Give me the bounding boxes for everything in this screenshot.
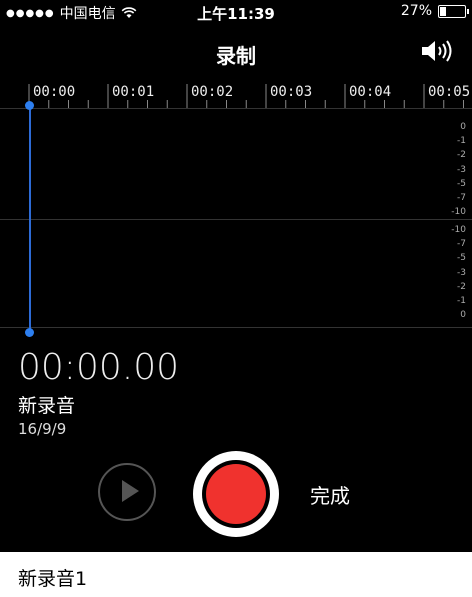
recording-date: 16/9/9 bbox=[18, 420, 67, 438]
record-ring bbox=[202, 460, 270, 528]
status-bar: ●●●●● 中国电信 上午11:39 27% bbox=[0, 0, 472, 24]
db-scale-top: 0 -1 -2 -3 -5 -7 -10 bbox=[451, 120, 466, 219]
done-button[interactable]: 完成 bbox=[310, 480, 350, 509]
db-scale-bottom: -10 -7 -5 -3 -2 -1 0 bbox=[451, 223, 466, 322]
db-label: -1 bbox=[457, 136, 466, 147]
db-label: -1 bbox=[457, 296, 466, 307]
db-label: -5 bbox=[457, 178, 466, 189]
db-label: -7 bbox=[457, 193, 466, 204]
db-label: -10 bbox=[451, 207, 466, 218]
db-label: 0 bbox=[460, 122, 466, 132]
tick-label: 00:00 bbox=[33, 84, 76, 100]
battery-icon bbox=[438, 4, 469, 18]
db-label: -3 bbox=[457, 164, 466, 175]
page-title: 录制 bbox=[216, 44, 256, 68]
battery-fill bbox=[440, 6, 446, 16]
db-label: -5 bbox=[457, 253, 466, 264]
recordings-list: 新录音1 bbox=[0, 552, 472, 597]
tick-label: 00:05 bbox=[428, 84, 471, 100]
speaker-icon[interactable] bbox=[420, 38, 454, 64]
db-label: -3 bbox=[457, 267, 466, 278]
tick-label: 00:03 bbox=[270, 84, 313, 100]
playhead-bottom-handle[interactable] bbox=[25, 328, 34, 337]
playhead[interactable] bbox=[29, 104, 31, 332]
record-button[interactable] bbox=[193, 451, 279, 537]
db-label: -2 bbox=[457, 150, 466, 161]
tick-label: 00:01 bbox=[112, 84, 155, 100]
battery-percent: 27% bbox=[400, 3, 432, 19]
status-right: 27% bbox=[400, 3, 469, 19]
playhead-top-handle[interactable] bbox=[25, 101, 34, 110]
play-button[interactable] bbox=[98, 463, 156, 521]
tick-label: 00:02 bbox=[191, 84, 234, 100]
list-item-title[interactable]: 新录音1 bbox=[18, 564, 87, 591]
play-icon bbox=[122, 480, 139, 502]
waveform-top-line bbox=[0, 108, 472, 109]
tick-label: 00:04 bbox=[349, 84, 392, 100]
waveform-area[interactable]: 0 -1 -2 -3 -5 -7 -10 -10 -7 -5 -3 -2 -1 … bbox=[0, 108, 472, 328]
db-label: -10 bbox=[451, 225, 466, 235]
waveform-center-line bbox=[0, 219, 472, 220]
db-label: -2 bbox=[457, 281, 466, 292]
record-icon bbox=[206, 464, 266, 524]
waveform-bottom-line bbox=[0, 327, 472, 328]
timeline-ruler[interactable]: 00:00 00:01 00:02 00:03 00:04 00:05 bbox=[0, 82, 472, 108]
recording-name[interactable]: 新录音 bbox=[18, 391, 75, 418]
elapsed-time: 00:00.00 bbox=[18, 347, 179, 388]
db-label: -7 bbox=[457, 239, 466, 250]
db-label: 0 bbox=[460, 310, 466, 321]
